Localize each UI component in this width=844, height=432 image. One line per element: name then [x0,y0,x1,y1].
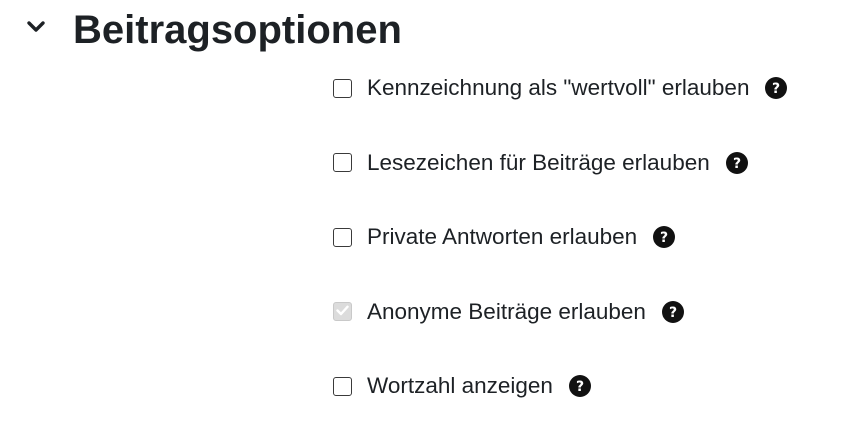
checkmark-icon [336,303,349,321]
question-circle-icon[interactable]: ? [765,77,788,99]
section-title: Beitragsoptionen [73,8,402,52]
checkbox-allow-rate-valuable[interactable] [333,78,352,98]
option-label: Wortzahl anzeigen [367,373,553,398]
option-label: Kennzeichnung als "wertvoll" erlauben [367,75,750,100]
option-row-bookmarks: Lesezeichen für Beiträge erlauben ? [333,147,787,222]
option-row-word-count: Wortzahl anzeigen ? [333,370,787,432]
option-row-anonymous-posts: Anonyme Beiträge erlauben ? [333,296,787,371]
option-allow-anonymous-posts[interactable]: Anonyme Beiträge erlauben ? [333,296,787,328]
svg-text:?: ? [772,81,780,95]
question-circle-icon[interactable]: ? [653,226,676,248]
checkbox-allow-private-replies[interactable] [333,227,352,247]
option-label: Anonyme Beiträge erlauben [367,298,646,324]
option-row-private-replies: Private Antworten erlauben ? [333,221,787,296]
question-circle-icon[interactable]: ? [725,151,748,174]
option-label: Private Antworten erlauben [367,224,638,249]
option-row-rate-valuable: Kennzeichnung als "wertvoll" erlauben ? [333,72,788,147]
option-show-word-count[interactable]: Wortzahl anzeigen ? [333,370,787,402]
svg-text:?: ? [669,305,677,319]
option-allow-bookmarks[interactable]: Lesezeichen für Beiträge erlauben ? [333,147,787,179]
svg-text:?: ? [576,379,584,393]
option-label: Lesezeichen für Beiträge erlauben [367,149,710,175]
svg-text:?: ? [733,156,741,170]
checkbox-show-word-count[interactable] [333,376,352,396]
option-allow-rate-valuable[interactable]: Kennzeichnung als "wertvoll" erlauben ? [333,72,788,104]
question-circle-icon[interactable]: ? [568,375,591,397]
option-allow-private-replies[interactable]: Private Antworten erlauben ? [333,221,787,253]
chevron-down-icon [26,20,46,39]
post-options-section: Beitragsoptionen Kennzeichnung als "wert… [0,0,844,432]
checkbox-allow-anonymous-posts[interactable] [333,302,352,321]
checkbox-allow-bookmarks[interactable] [333,153,352,172]
section-collapse-toggle[interactable] [22,17,50,41]
options-list: Kennzeichnung als "wertvoll" erlauben ? … [333,72,788,432]
svg-text:?: ? [660,230,668,244]
question-circle-icon[interactable]: ? [661,300,684,323]
